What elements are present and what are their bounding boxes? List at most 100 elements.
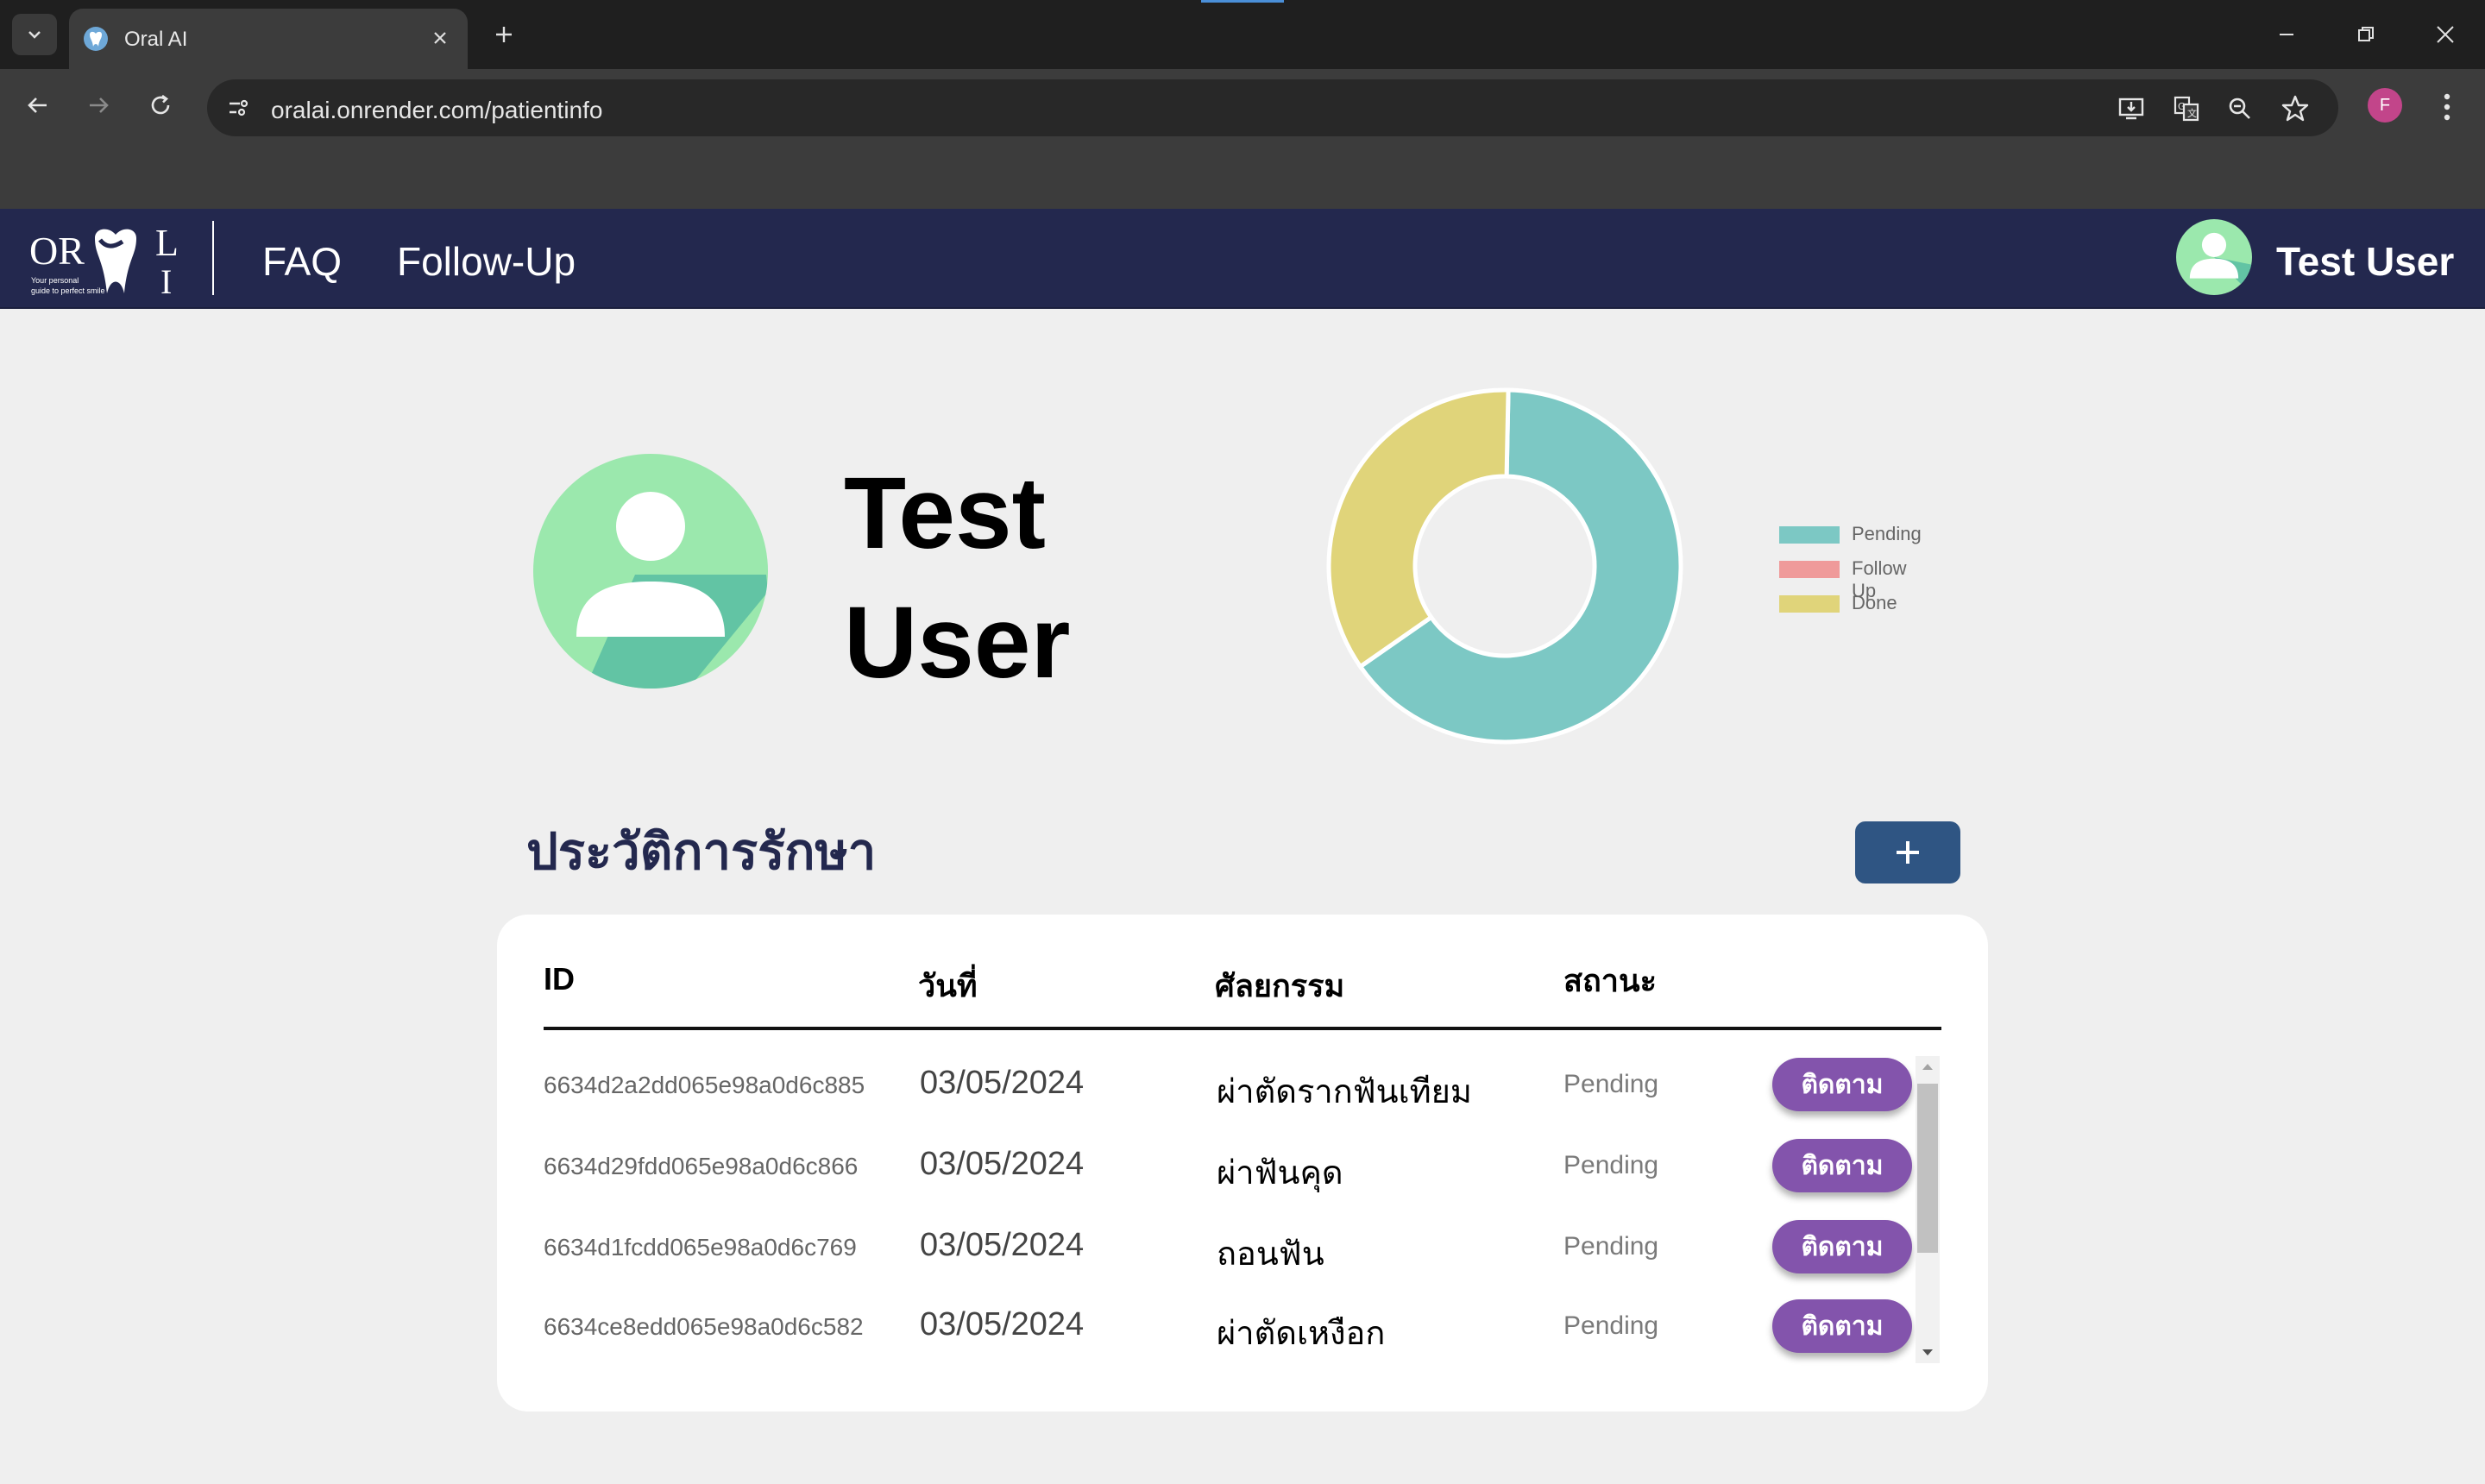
row-id: 6634d1fcdd065e98a0d6c769 [544,1234,857,1261]
legend-swatch [1779,595,1840,613]
row-status: Pending [1563,1151,1659,1179]
translate-button[interactable]: G文 [2169,91,2204,126]
logo-tagline-1: Your personal [31,276,79,285]
arrow-left-icon [28,97,47,113]
install-icon [2118,97,2144,120]
row-date: 03/05/2024 [920,1306,1085,1343]
nav-link-faq[interactable]: FAQ [262,238,342,285]
tooth-favicon-icon [84,27,108,51]
install-app-button[interactable] [2114,91,2148,126]
restore-button[interactable] [2340,12,2392,57]
minimize-button[interactable] [2261,12,2312,57]
header-divider [544,1027,1941,1030]
logo-text-or: OR [29,229,85,273]
status-donut-chart[interactable] [1324,385,1686,747]
logo-text-l: L [155,222,179,264]
zoom-icon [2229,97,2250,119]
tab-search-button[interactable] [12,14,57,55]
column-header-id: ID [544,961,575,997]
nav-link-follow-up[interactable]: Follow-Up [397,238,576,285]
zoom-button[interactable] [2223,91,2257,126]
row-date: 03/05/2024 [920,1146,1085,1182]
user-icon [576,492,768,689]
table-row: 6634d2a2dd065e98a0d6c885 03/05/2024 ผ่าต… [544,1051,1916,1120]
logo-tagline-2: guide to perfect smile [31,286,105,295]
profile-last-name: User [844,586,1071,700]
profile-name: Test User [844,449,1206,707]
row-procedure: ถอนฟัน [1217,1236,1324,1273]
row-id: 6634d2a2dd065e98a0d6c885 [544,1072,865,1098]
user-icon [2189,232,2252,295]
arrow-right-icon [90,97,109,113]
star-icon [2281,95,2309,122]
profile-avatar-button[interactable]: F [2368,88,2402,123]
site-settings-icon [230,99,248,116]
svg-text:G: G [2178,101,2186,112]
oral-ai-logo[interactable]: OR L I Your personal guide to perfect sm… [29,221,193,301]
svg-text:文: 文 [2187,107,2197,119]
column-header-status: สถานะ [1563,963,1657,998]
reload-icon [151,94,170,115]
profile-first-name: Test [844,456,1046,570]
row-procedure: ผ่าตัดรากฟันเทียม [1217,1074,1472,1110]
follow-button[interactable]: ติดตาม [1772,1299,1912,1353]
row-date: 03/05/2024 [920,1065,1085,1101]
app-navbar: OR L I Your personal guide to perfect sm… [0,209,2485,309]
close-icon [2437,26,2454,43]
table-row: 6634ce8edd065e98a0d6c582 03/05/2024 ผ่าต… [544,1292,1916,1361]
history-title: ประวัติการรักษา [526,824,877,880]
table-scrollbar[interactable] [1916,1056,1940,1363]
follow-button[interactable]: ติดตาม [1772,1139,1912,1192]
row-status: Pending [1563,1232,1659,1261]
legend-label: Done [1852,592,1897,613]
row-status: Pending [1563,1070,1659,1098]
bookmark-button[interactable] [2278,91,2312,126]
row-status: Pending [1563,1311,1659,1340]
scroll-up-button[interactable] [1916,1056,1940,1077]
logo-graphic: OR L I Your personal guide to perfect sm… [29,222,179,301]
restore-icon [2358,27,2374,41]
legend-label: Pending [1852,523,1922,544]
new-tab-button[interactable] [485,16,523,53]
legend-swatch [1779,526,1840,544]
row-id: 6634d29fdd065e98a0d6c866 [544,1153,859,1179]
close-window-button[interactable] [2419,12,2471,57]
reload-button[interactable] [140,85,181,126]
back-button[interactable] [17,85,59,126]
user-avatar[interactable] [2176,219,2252,295]
column-header-procedure: ศัลยกรรม [1215,968,1345,1003]
table-row: 6634d1fcdd065e98a0d6c769 03/05/2024 ถอนฟ… [544,1213,1916,1282]
row-id: 6634ce8edd065e98a0d6c582 [544,1313,864,1340]
browser-tab[interactable]: Oral AI [69,9,468,69]
row-date: 03/05/2024 [920,1227,1085,1263]
add-record-button[interactable] [1855,821,1960,883]
follow-button[interactable]: ติดตาม [1772,1220,1912,1273]
follow-button[interactable]: ติดตาม [1772,1058,1912,1111]
url-text[interactable]: oralai.onrender.com/patientinfo [271,97,602,124]
profile-avatar [533,454,768,689]
scroll-thumb[interactable] [1917,1084,1938,1253]
nav-user-name[interactable]: Test User [2276,238,2454,285]
triangle-up-icon [1922,1064,1933,1070]
column-header-date: วันที่ [918,968,978,1003]
logo-text-i: I [160,262,172,299]
address-bar[interactable]: oralai.onrender.com/patientinfo G文 [207,79,2338,136]
row-procedure: ผ่าตัดเหงือก [1217,1316,1386,1352]
donut-slice-done[interactable] [1326,387,1511,670]
row-procedure: ผ่าฟันคุด [1217,1155,1343,1192]
forward-button[interactable] [78,85,119,126]
translate-icon: G文 [2174,96,2199,122]
plus-icon [1897,841,1919,864]
browser-toolbar: oralai.onrender.com/patientinfo G文 [0,69,2485,138]
site-info-button[interactable] [219,89,257,127]
browser-menu-button[interactable] [2430,86,2464,128]
tab-close-button[interactable] [425,22,456,53]
triangle-down-icon [1922,1349,1933,1355]
legend-swatch [1779,561,1840,578]
chevron-down-icon [28,31,41,39]
logo-divider [212,221,214,295]
plus-icon [496,27,512,42]
scroll-down-button[interactable] [1916,1343,1940,1363]
loading-indicator [1201,0,1284,3]
browser-bookmark-strip [0,138,2485,209]
